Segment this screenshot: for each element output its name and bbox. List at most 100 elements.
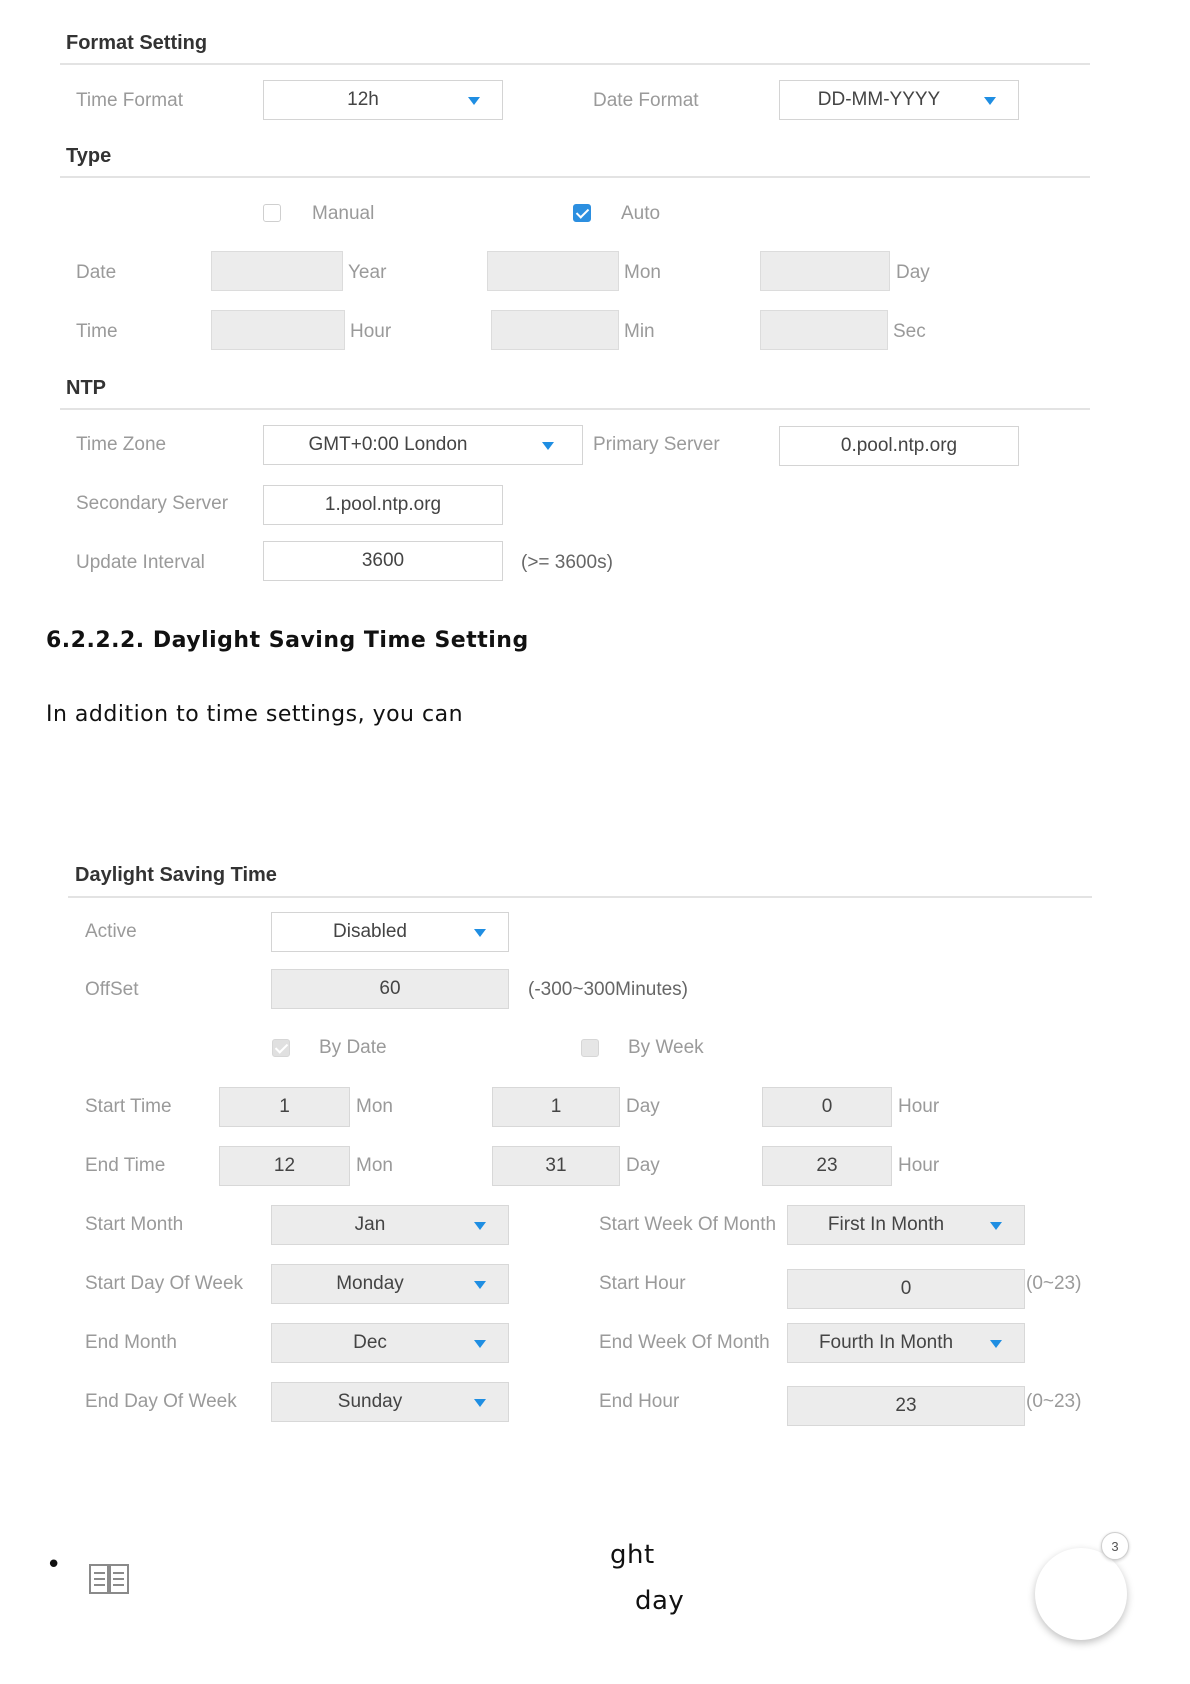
- second-unit: Sec: [893, 321, 926, 342]
- year-unit: Year: [348, 262, 387, 283]
- active-label: Active: [85, 921, 137, 942]
- hour-input[interactable]: [211, 310, 345, 350]
- dropdown-caret-icon: [984, 97, 996, 105]
- end-day-of-week-value: Sunday: [337, 1391, 403, 1412]
- date-label: Date: [76, 262, 117, 283]
- by-week-checkbox[interactable]: [581, 1039, 599, 1057]
- end-time-label: End Time: [85, 1155, 166, 1176]
- start-week-of-month-label: Start Week Of Month: [599, 1214, 777, 1235]
- end-hour-label: End Hour: [599, 1391, 680, 1412]
- start-day-of-week-value: Monday: [336, 1273, 404, 1294]
- start-hour-hint: (0~23): [1026, 1273, 1082, 1294]
- end-time-day-input[interactable]: 31: [492, 1146, 620, 1186]
- dropdown-caret-icon: [474, 929, 486, 937]
- day-unit: Day: [896, 262, 930, 283]
- end-day-of-week-select[interactable]: Sunday: [271, 1382, 509, 1422]
- manual-label: Manual: [312, 203, 375, 224]
- day-input[interactable]: [760, 251, 890, 291]
- end-month-label: End Month: [85, 1332, 177, 1353]
- text-fragment-ght: ght: [610, 1540, 655, 1570]
- start-time-month-input[interactable]: 1: [219, 1087, 350, 1127]
- minute-input[interactable]: [491, 310, 619, 350]
- section-divider: [60, 176, 1090, 178]
- auto-label: Auto: [621, 203, 661, 224]
- manual-checkbox[interactable]: [263, 204, 281, 222]
- end-time-hour-input[interactable]: 23: [762, 1146, 892, 1186]
- dropdown-caret-icon: [468, 97, 480, 105]
- intro-paragraph: In addition to time settings, you can: [46, 702, 464, 727]
- start-month-select[interactable]: Jan: [271, 1205, 509, 1245]
- date-format-label: Date Format: [593, 90, 699, 111]
- floating-action-button[interactable]: [1035, 1548, 1127, 1640]
- type-title: Type: [66, 145, 112, 167]
- dropdown-caret-icon: [474, 1340, 486, 1348]
- by-date-label: By Date: [319, 1037, 387, 1058]
- format-setting-title: Format Setting: [66, 32, 208, 54]
- dropdown-caret-icon: [474, 1222, 486, 1230]
- minute-unit: Min: [624, 321, 655, 342]
- offset-input[interactable]: 60: [271, 969, 509, 1009]
- month-input[interactable]: [487, 251, 619, 291]
- start-time-day-input[interactable]: 1: [492, 1087, 620, 1127]
- second-input[interactable]: [760, 310, 888, 350]
- dropdown-caret-icon: [474, 1399, 486, 1407]
- start-week-of-month-select[interactable]: First In Month: [787, 1205, 1025, 1245]
- book-icon[interactable]: [88, 1562, 130, 1596]
- end-month-value: Dec: [353, 1332, 387, 1353]
- dropdown-caret-icon: [990, 1222, 1002, 1230]
- primary-server-label: Primary Server: [593, 434, 720, 455]
- section-heading: 6.2.2.2. Daylight Saving Time Setting: [46, 628, 529, 653]
- update-interval-input[interactable]: 3600: [263, 541, 503, 581]
- update-interval-label: Update Interval: [76, 552, 205, 573]
- day-unit: Day: [626, 1096, 660, 1117]
- section-divider: [68, 896, 1092, 898]
- section-divider: [60, 63, 1090, 65]
- time-format-value: 12h: [347, 89, 379, 110]
- start-month-label: Start Month: [85, 1214, 184, 1235]
- start-time-hour-input[interactable]: 0: [762, 1087, 892, 1127]
- secondary-server-input[interactable]: 1.pool.ntp.org: [263, 485, 503, 525]
- by-date-checkbox[interactable]: [272, 1039, 290, 1057]
- end-week-of-month-value: Fourth In Month: [818, 1332, 954, 1353]
- end-month-select[interactable]: Dec: [271, 1323, 509, 1363]
- dropdown-caret-icon: [990, 1340, 1002, 1348]
- end-hour-input[interactable]: 23: [787, 1386, 1025, 1426]
- start-hour-input[interactable]: 0: [787, 1269, 1025, 1309]
- start-week-of-month-value: First In Month: [827, 1214, 945, 1235]
- month-unit: Mon: [356, 1155, 393, 1176]
- bullet: •: [46, 1550, 62, 1580]
- end-hour-hint: (0~23): [1026, 1391, 1082, 1412]
- start-month-value: Jan: [354, 1214, 386, 1235]
- end-time-month-input[interactable]: 12: [219, 1146, 350, 1186]
- time-zone-label: Time Zone: [76, 434, 167, 455]
- section-divider: [60, 408, 1090, 410]
- dropdown-caret-icon: [474, 1281, 486, 1289]
- time-zone-select[interactable]: GMT+0:00 London: [263, 425, 583, 465]
- start-day-of-week-select[interactable]: Monday: [271, 1264, 509, 1304]
- time-label: Time: [76, 321, 118, 342]
- start-hour-label: Start Hour: [599, 1273, 686, 1294]
- hour-unit: Hour: [350, 321, 392, 342]
- start-time-label: Start Time: [85, 1096, 172, 1117]
- time-format-label: Time Format: [76, 90, 183, 111]
- end-week-of-month-select[interactable]: Fourth In Month: [787, 1323, 1025, 1363]
- notification-badge: 3: [1101, 1532, 1129, 1560]
- active-value: Disabled: [333, 921, 407, 942]
- month-unit: Mon: [624, 262, 661, 283]
- time-format-select[interactable]: 12h: [263, 80, 503, 120]
- offset-label: OffSet: [85, 979, 139, 1000]
- dropdown-caret-icon: [542, 442, 554, 450]
- text-fragment-day: day: [635, 1586, 685, 1616]
- auto-checkbox[interactable]: [573, 204, 591, 222]
- offset-hint: (-300~300Minutes): [528, 979, 689, 1000]
- dst-title: Daylight Saving Time: [75, 864, 277, 886]
- active-select[interactable]: Disabled: [271, 912, 509, 952]
- day-unit: Day: [626, 1155, 660, 1176]
- end-day-of-week-label: End Day Of Week: [85, 1391, 237, 1412]
- year-input[interactable]: [211, 251, 343, 291]
- primary-server-input[interactable]: 0.pool.ntp.org: [779, 426, 1019, 466]
- update-interval-hint: (>= 3600s): [521, 552, 613, 573]
- time-zone-value: GMT+0:00 London: [308, 434, 468, 455]
- by-week-label: By Week: [628, 1037, 704, 1058]
- date-format-select[interactable]: DD-MM-YYYY: [779, 80, 1019, 120]
